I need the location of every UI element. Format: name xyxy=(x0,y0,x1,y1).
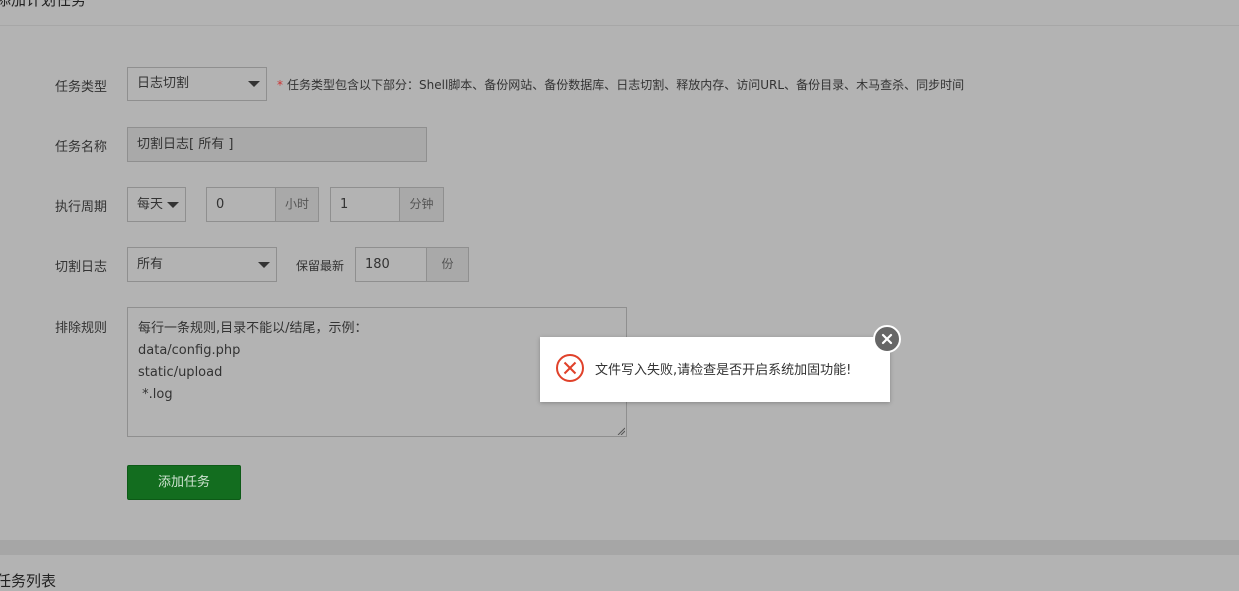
chevron-down-icon xyxy=(248,81,260,87)
page: 添加计划任务 任务类型 日志切割 * 任务类型包含以下部分：Shell脚本、备份网… xyxy=(0,0,1239,590)
period-cycle-select[interactable]: 每天 xyxy=(127,187,186,222)
hour-unit: 小时 xyxy=(275,187,319,222)
task-name-input[interactable]: 切割日志[ 所有 ] xyxy=(127,127,427,162)
error-circle-icon xyxy=(556,354,584,382)
minute-input[interactable]: 1 xyxy=(330,187,400,222)
error-toast: 文件写入失败,请检查是否开启系统加固功能! xyxy=(540,337,890,402)
error-message: 文件写入失败,请检查是否开启系统加固功能! xyxy=(595,363,852,378)
period-cycle-value: 每天 xyxy=(137,197,164,212)
keep-latest-label: 保留最新 xyxy=(296,259,345,273)
task-name-label: 任务名称 xyxy=(55,140,108,155)
chevron-down-icon xyxy=(258,262,270,268)
task-type-select[interactable]: 日志切割 xyxy=(127,67,267,101)
task-type-label: 任务类型 xyxy=(55,80,108,95)
required-star: * xyxy=(277,78,283,92)
hour-input[interactable]: 0 xyxy=(206,187,276,222)
resize-handle-icon[interactable] xyxy=(617,427,625,435)
close-icon xyxy=(881,333,893,345)
keep-count-input[interactable]: 180 xyxy=(355,247,427,282)
add-task-button[interactable]: 添加任务 xyxy=(127,465,241,500)
task-type-hint-text: 任务类型包含以下部分：Shell脚本、备份网站、备份数据库、日志切割、释放内存、… xyxy=(287,78,965,92)
keep-count-unit: 份 xyxy=(426,247,469,282)
page-header: 添加计划任务 xyxy=(0,0,1239,26)
chevron-down-icon xyxy=(167,202,179,208)
task-list-title: 任务列表 xyxy=(0,572,57,590)
task-type-hint: * 任务类型包含以下部分：Shell脚本、备份网站、备份数据库、日志切割、释放内存… xyxy=(277,76,964,93)
period-label: 执行周期 xyxy=(55,200,108,215)
page-title: 添加计划任务 xyxy=(0,0,87,9)
toast-close-button[interactable] xyxy=(873,325,901,353)
cut-log-select[interactable]: 所有 xyxy=(127,247,277,282)
section-divider xyxy=(0,540,1239,555)
cut-log-label: 切割日志 xyxy=(55,260,108,275)
cut-log-value: 所有 xyxy=(137,257,164,272)
exclude-rules-label: 排除规则 xyxy=(55,321,108,336)
task-type-value: 日志切割 xyxy=(137,76,190,91)
minute-unit: 分钟 xyxy=(399,187,444,222)
